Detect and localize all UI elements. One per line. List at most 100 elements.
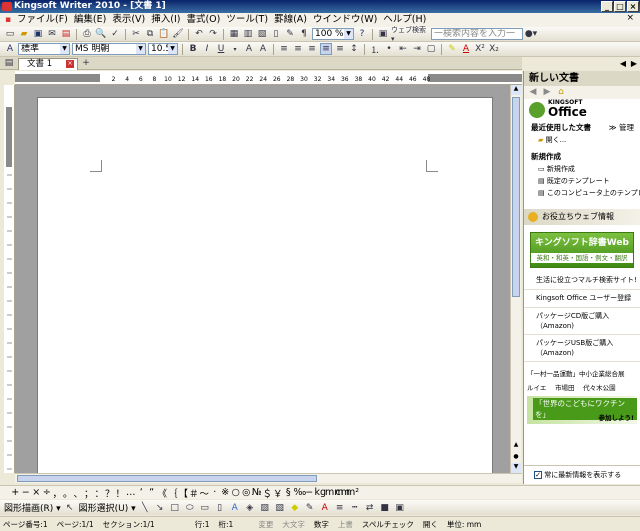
3d-icon[interactable]: ▣ [394, 502, 406, 514]
horizontal-ruler[interactable]: 2 4 6 8 10 12 14 16 18 20 22 24 26 28 30 32 34 36 38 40 42 44… [15, 71, 522, 85]
symbol-button[interactable]: ‰ [294, 487, 307, 498]
shadow-icon[interactable]: ■ [379, 502, 391, 514]
picture-icon[interactable]: ▧ [274, 502, 286, 514]
tab-list-icon[interactable]: ▤ [3, 57, 15, 69]
news-ticker-2[interactable]: ルイエ 市場田 代々木公園 [524, 378, 640, 392]
always-update-checkbox[interactable]: ✓ [534, 471, 542, 479]
menu-edit[interactable]: 編集(E) [71, 13, 109, 27]
line-icon[interactable]: ╲ [139, 502, 151, 514]
draw-menu-button[interactable]: 図形描画(R) ▾ [4, 501, 61, 514]
preview-icon[interactable]: 🔍 [95, 28, 107, 40]
link-buy-usb[interactable]: パッケージUSB版ご購入（Amazon) [524, 335, 640, 362]
font-color-icon[interactable]: A [460, 43, 472, 55]
symbol-button[interactable]: m² [346, 487, 359, 498]
symbol-button[interactable]: ○ [231, 487, 242, 498]
select-shapes-button[interactable]: 図形選択(U) ▾ [79, 501, 136, 514]
menu-file[interactable]: ファイル(F) [14, 13, 71, 27]
increase-indent-icon[interactable]: ⇥ [411, 43, 423, 55]
superscript-icon[interactable]: X² [474, 43, 486, 55]
oval-icon[interactable]: ⬭ [184, 502, 196, 514]
dash-style-icon[interactable]: ┅ [349, 502, 361, 514]
symbol-button[interactable]: − [21, 487, 32, 498]
show-marks-icon[interactable]: ¶ [298, 28, 310, 40]
italic-button[interactable]: I [201, 43, 213, 55]
maximize-button[interactable]: □ [614, 1, 626, 12]
manage-link[interactable]: ≫ 管理 [609, 121, 634, 134]
symbol-button[interactable]: ‘ [136, 487, 147, 498]
new-icon[interactable]: ▭ [4, 28, 16, 40]
pane-prev-icon[interactable]: ◀ [620, 59, 626, 68]
web-search-icon[interactable]: ウェブ検索▾ [391, 26, 429, 43]
diagram-icon[interactable]: ◈ [244, 502, 256, 514]
menu-format[interactable]: 書式(O) [183, 13, 223, 27]
menu-table[interactable]: 罫線(A) [271, 13, 310, 27]
menu-insert[interactable]: 挿入(I) [148, 13, 183, 27]
vaccine-banner[interactable]: 「世界のこどもにワクチンを」 参加しよう! [527, 396, 637, 424]
menu-view[interactable]: 表示(V) [109, 13, 148, 27]
line-color-icon[interactable]: ✎ [304, 502, 316, 514]
cut-icon[interactable]: ✂ [130, 28, 142, 40]
tab-document-1[interactable]: 文書 1 × [18, 58, 78, 70]
hscroll-thumb[interactable] [17, 475, 317, 482]
mode-icon[interactable]: ▣ [377, 28, 389, 40]
arrow-icon[interactable]: ↘ [154, 502, 166, 514]
symbol-button[interactable]: № [252, 487, 263, 498]
symbol-button[interactable]: − [304, 487, 315, 498]
document-page[interactable] [37, 97, 493, 473]
horizontal-scrollbar[interactable] [15, 473, 522, 483]
symbol-button[interactable]: ￥ [273, 486, 284, 500]
underline-dropdown-icon[interactable]: ▾ [229, 43, 241, 55]
font-select[interactable]: MS 明朝 ▼ [72, 43, 146, 55]
symbol-button[interactable]: 。 [63, 486, 74, 500]
border-icon[interactable]: ▢ [425, 43, 437, 55]
scroll-thumb[interactable] [512, 97, 520, 297]
symbol-button[interactable]: ＃ [189, 486, 200, 500]
status-caps[interactable]: 大文字 [282, 519, 305, 530]
symbol-button[interactable]: ◎ [241, 487, 252, 498]
numbering-icon[interactable]: ⒈ [369, 43, 381, 56]
arrow-style-icon[interactable]: ⇄ [364, 502, 376, 514]
news-ticker-1[interactable]: 「一村一品運動」中小企業総合展 [524, 362, 640, 378]
symbol-button[interactable]: kg [315, 487, 327, 498]
line-style-icon[interactable]: ≡ [334, 502, 346, 514]
close-button[interactable]: × [627, 1, 639, 12]
chart-icon[interactable]: ▥ [242, 28, 254, 40]
search-go-icon[interactable]: ●▾ [525, 28, 537, 40]
symbol-button[interactable]: cm [336, 487, 350, 498]
char-shade-icon[interactable]: A [257, 43, 269, 55]
doc-close-icon[interactable]: × [626, 13, 634, 23]
scroll-down-icon[interactable]: ▼ [511, 463, 521, 473]
save-icon[interactable]: ▣ [32, 28, 44, 40]
rectangle-icon[interactable]: □ [169, 502, 181, 514]
zoom-select[interactable]: 100 % ▼ [312, 28, 354, 40]
status-numlock[interactable]: 数字 [314, 519, 329, 530]
align-justify-icon[interactable]: ≡ [320, 43, 332, 55]
undo-icon[interactable]: ↶ [193, 28, 205, 40]
link-multi-search[interactable]: 生活に役立つマルチ検索サイト! [524, 272, 640, 290]
symbol-button[interactable]: mm [325, 487, 344, 498]
symbol-button[interactable]: ！ [115, 486, 126, 500]
local-template-item[interactable]: ▤ このコンピュータ上のテンプレート [524, 187, 640, 199]
menu-window[interactable]: ウインドウ(W) [310, 13, 380, 27]
table-icon[interactable]: ▦ [228, 28, 240, 40]
align-right-icon[interactable]: ≡ [306, 43, 318, 55]
symbol-button[interactable]: ÷ [42, 487, 53, 498]
scroll-up-icon[interactable]: ▲ [511, 85, 521, 95]
prev-page-icon[interactable]: ▲ [511, 441, 521, 449]
subscript-icon[interactable]: X₂ [488, 43, 500, 55]
image-icon[interactable]: ▧ [256, 28, 268, 40]
link-buy-cd[interactable]: パッケージCD版ご購入（Amazon) [524, 308, 640, 335]
line-spacing-icon[interactable]: ↕ [348, 43, 360, 55]
copy-icon[interactable]: ⧉ [144, 28, 156, 40]
symbol-button[interactable]: ？ [105, 486, 116, 500]
style-select[interactable]: 標準 ▼ [18, 43, 70, 55]
bullets-icon[interactable]: • [383, 43, 395, 55]
forward-icon[interactable]: ▶ [541, 86, 553, 98]
back-icon[interactable]: ◀ [527, 86, 539, 98]
new-tab-icon[interactable]: + [80, 57, 92, 69]
symbol-button[interactable]: 《 [157, 486, 168, 500]
symbol-button[interactable]: ｛ [168, 486, 179, 500]
align-center-icon[interactable]: ≡ [292, 43, 304, 55]
symbol-button[interactable]: 、 [73, 486, 84, 500]
font-size-select[interactable]: 10.5 ▼ [148, 43, 178, 55]
